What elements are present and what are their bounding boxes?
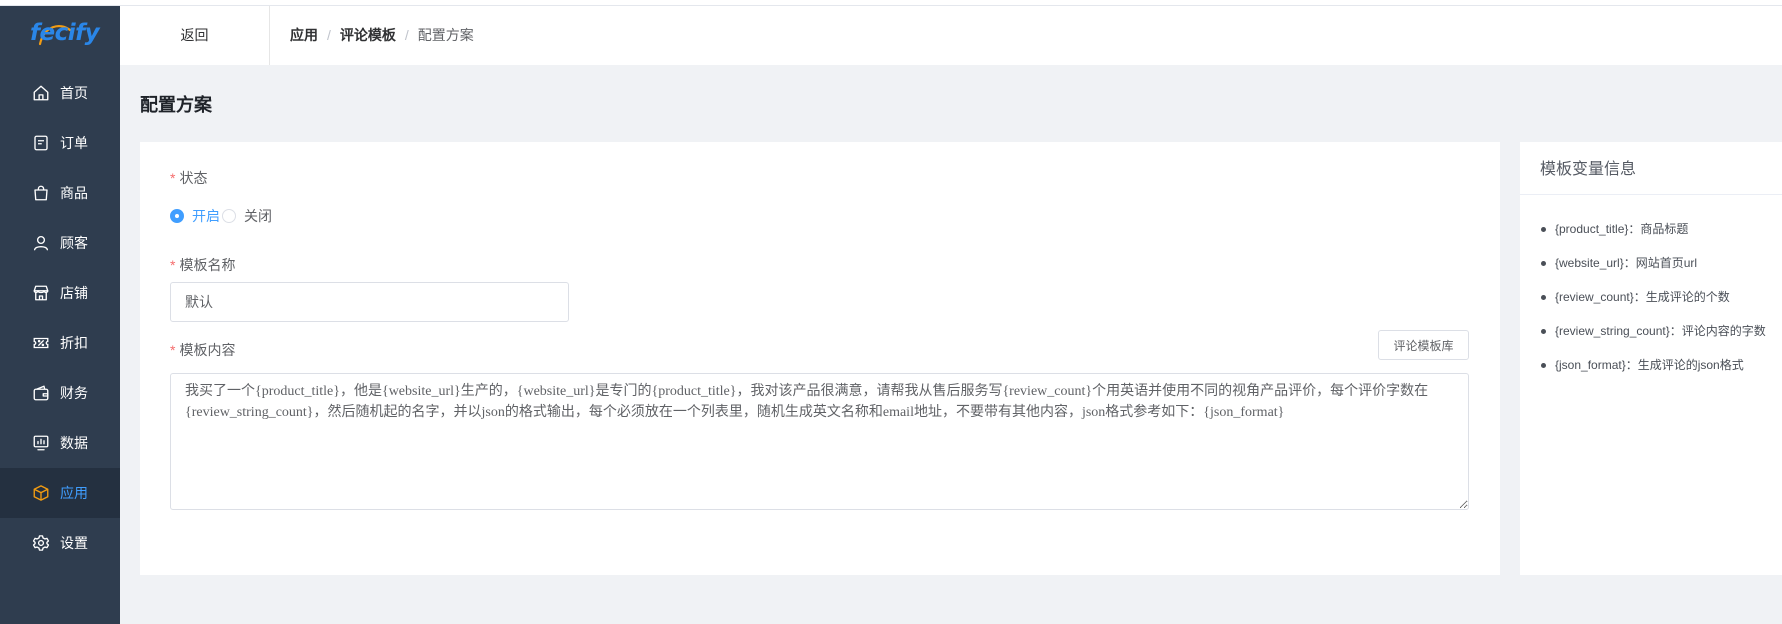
review-template-library-button[interactable]: 评论模板库 [1378,330,1469,360]
sidebar-item-label: 应用 [60,485,88,501]
sidebar-item-discounts[interactable]: 折扣 [0,318,120,368]
status-radio-off[interactable]: 关闭 [222,206,272,226]
status-label-text: 状态 [179,170,208,186]
store-icon [32,284,50,302]
template-variables-title: 模板变量信息 [1520,142,1782,195]
radio-circle [170,209,184,224]
required-mark: * [170,170,176,186]
sidebar-item-label: 顾客 [60,235,88,251]
breadcrumb-item-apps[interactable]: 应用 [290,27,318,43]
wallet-icon [32,384,50,402]
breadcrumb: 应用 / 评论模板 / 配置方案 [290,6,474,65]
breadcrumb-item-current: 配置方案 [417,27,474,43]
sidebar-item-orders[interactable]: 订单 [0,118,120,168]
sidebar-item-label: 店铺 [60,285,88,301]
sidebar-item-finance[interactable]: 财务 [0,368,120,418]
template-content-label: * 模板内容 [170,340,235,360]
sidebar-item-apps[interactable]: 应用 [0,468,120,518]
template-content-label-text: 模板内容 [179,342,236,358]
list-item: {review_string_count}：评论内容的字数 [1520,314,1782,348]
breadcrumb-separator: / [327,27,331,43]
sidebar-item-label: 数据 [60,435,88,451]
radio-label: 开启 [192,208,220,224]
sidebar-item-customers[interactable]: 顾客 [0,218,120,268]
status-label: * 状态 [170,168,207,188]
sidebar-item-label: 商品 [60,185,88,201]
top-header: 返回 应用 / 评论模板 / 配置方案 [120,6,1782,65]
sidebar-item-label: 订单 [60,135,88,151]
list-item: {json_format}：生成评论的json格式 [1520,348,1782,382]
radio-label: 关闭 [244,208,272,224]
sidebar-item-products[interactable]: 商品 [0,168,120,218]
status-radio-on[interactable]: 开启 [170,206,220,226]
list-item: {website_url}：网站首页url [1520,246,1782,280]
sidebar-item-settings[interactable]: 设置 [0,518,120,568]
sidebar-item-store[interactable]: 店铺 [0,268,120,318]
sidebar-item-data[interactable]: 数据 [0,418,120,468]
breadcrumb-separator: / [404,27,409,43]
discount-ticket-icon [32,334,50,352]
cube-icon [32,484,50,502]
back-button[interactable]: 返回 [120,6,270,65]
page-title: 配置方案 [140,95,212,115]
required-mark: * [170,342,176,358]
shopping-bag-icon [32,184,50,202]
config-form-card: *状态 开启 关闭 *模板名称 *模板内容 评论模板库 我买了一个{produc… [140,142,1500,575]
gear-icon [32,534,50,552]
sidebar-item-label: 折扣 [60,335,88,351]
template-name-label: * 模板名称 [170,255,235,275]
template-variables-list: {product_title}：商品标题 {website_url}：网站首页u… [1520,212,1782,382]
sidebar-item-home[interactable]: 首页 [0,68,120,118]
breadcrumb-item-review-templates[interactable]: 评论模板 [340,27,396,43]
logo-text: fecify [30,20,100,46]
required-mark: * [170,257,176,273]
template-name-input[interactable] [170,282,569,322]
home-icon [32,84,50,102]
sidebar-item-label: 财务 [60,385,88,401]
user-icon [32,234,50,252]
template-variables-panel: 模板变量信息 {product_title}：商品标题 {website_url… [1520,142,1782,575]
template-name-label-text: 模板名称 [179,257,236,273]
list-item: {review_count}：生成评论的个数 [1520,280,1782,314]
template-content-textarea[interactable]: 我买了一个{product_title}，他是{website_url}生产的，… [170,373,1469,510]
sidebar-item-label: 设置 [60,535,88,551]
sidebar: fecify 首页 订单 商品 顾客 店铺 折扣 财务 数据 应用 设置 [0,6,120,624]
order-icon [32,134,50,152]
logo[interactable]: fecify [0,6,120,65]
radio-circle [222,209,236,224]
list-item: {product_title}：商品标题 [1520,212,1782,246]
sidebar-item-label: 首页 [60,85,88,101]
chart-monitor-icon [32,434,50,452]
